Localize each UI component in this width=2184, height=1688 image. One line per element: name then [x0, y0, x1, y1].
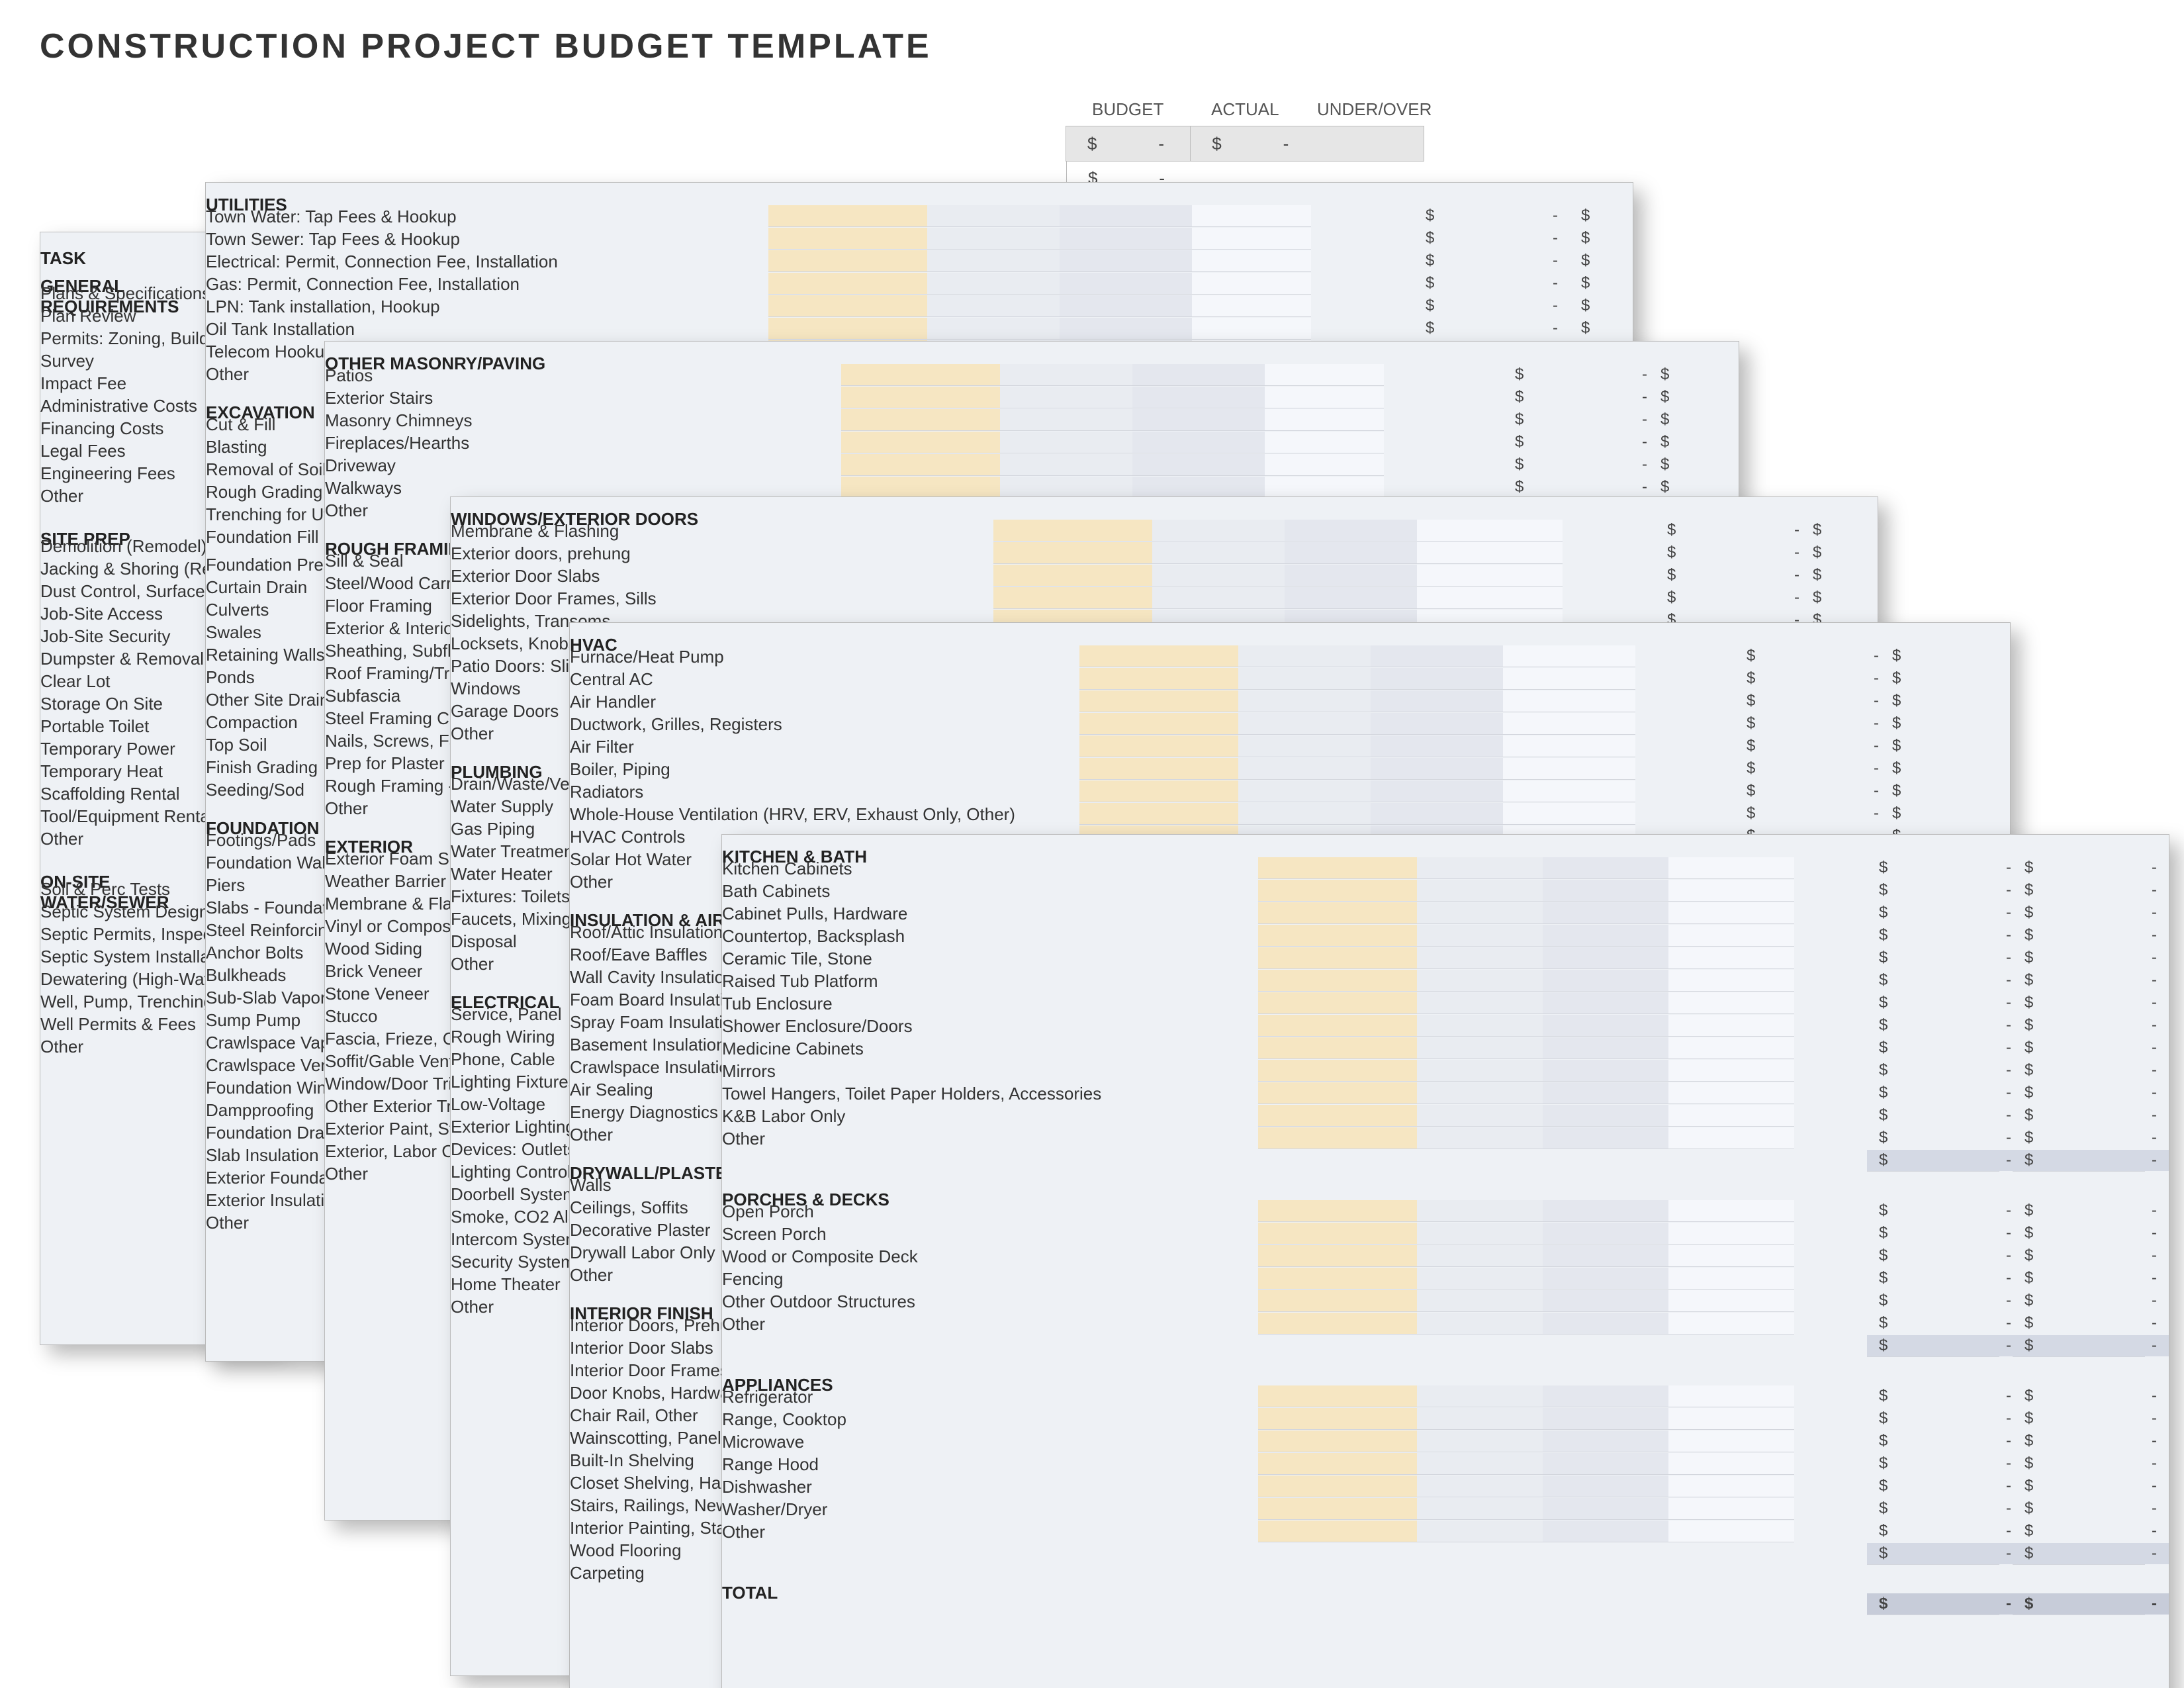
line-item: Well Permits & Fees [40, 1013, 196, 1035]
line-item: Plans & Specifications [40, 283, 210, 304]
line-item: Septic System Design [40, 901, 208, 922]
line-item: Impact Fee [40, 373, 126, 394]
line-item: Other [40, 828, 83, 849]
page-title: CONSTRUCTION PROJECT BUDGET TEMPLATE [40, 26, 932, 66]
line-item: Dumpster & Removal [40, 648, 204, 669]
line-item: Plan Review [40, 305, 136, 326]
line-item: Storage On Site [40, 693, 163, 714]
line-item: Legal Fees [40, 440, 126, 461]
line-item: Other [40, 1036, 83, 1057]
page: { "title": "CONSTRUCTION PROJECT BUDGET … [0, 0, 2184, 1688]
line-item: Engineering Fees [40, 463, 175, 484]
line-item: Dewatering (High-Water) [40, 968, 230, 990]
line-item: Survey [40, 350, 94, 371]
section-header: TASK [40, 248, 86, 269]
line-item: Job-Site Security [40, 626, 171, 647]
line-item: Tool/Equipment Rental [40, 806, 214, 827]
summary-cells: $- $- $- [1066, 126, 1424, 162]
line-item: Well, Pump, Trenching [40, 991, 213, 1012]
line-item: Temporary Power [40, 738, 175, 759]
line-item: Administrative Costs [40, 395, 197, 416]
line-item: Other [40, 485, 83, 506]
summary-budget-label: BUDGET [1092, 99, 1163, 120]
line-item: Dust Control, Surface [40, 581, 205, 602]
line-item: Demolition (Remodel) [40, 536, 206, 557]
line-item: Portable Toilet [40, 716, 149, 737]
line-item: Permits: Zoning, Building [40, 328, 232, 349]
line-item: Clear Lot [40, 671, 111, 692]
line-item: Soil & Perc Tests [40, 878, 170, 900]
line-item: Scaffolding Rental [40, 783, 180, 804]
line-item: Job-Site Access [40, 603, 163, 624]
summary-underover-label: UNDER/OVER [1317, 99, 1432, 120]
line-item: Temporary Heat [40, 761, 163, 782]
line-item: Financing Costs [40, 418, 163, 439]
sheet5: KITCHEN & BATHKitchen CabinetsBath Cabin… [721, 834, 2169, 1688]
summary-actual-label: ACTUAL [1211, 99, 1279, 120]
